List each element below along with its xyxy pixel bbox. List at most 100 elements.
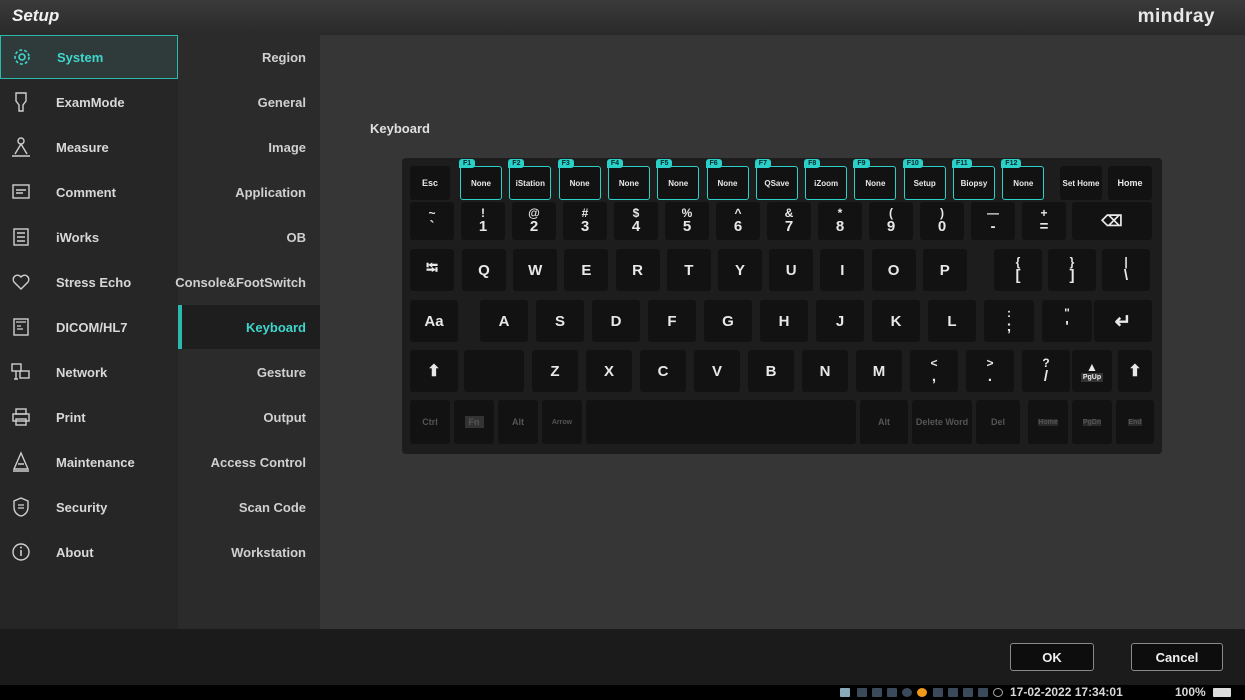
submenu-item-console-footswitch[interactable]: Console&FootSwitch	[175, 260, 320, 304]
key-number[interactable]: ^ 6	[716, 202, 760, 240]
key-number[interactable]: + =	[1022, 202, 1066, 240]
key-number[interactable]: (9	[869, 202, 913, 240]
key-letter[interactable]: H	[760, 300, 808, 342]
key-home-bottom[interactable]: Home	[1028, 400, 1068, 444]
key-number[interactable]: @2	[512, 202, 556, 240]
key-pgdn[interactable]: PgDn	[1072, 400, 1112, 444]
key-letter[interactable]: L	[928, 300, 976, 342]
sidebar-item-network[interactable]: Network	[0, 350, 178, 394]
key-letter[interactable]: B	[748, 350, 794, 392]
key-letter[interactable]: S	[536, 300, 584, 342]
key-f4[interactable]: F4 None	[606, 159, 650, 200]
key-shift-left[interactable]: ⬆	[410, 350, 458, 392]
submenu-item-workstation[interactable]: Workstation	[178, 530, 320, 574]
key-f9[interactable]: F9 None	[853, 159, 897, 200]
key-letter[interactable]: Z	[532, 350, 578, 392]
key-f5[interactable]: F5 None	[656, 159, 700, 200]
key-number[interactable]: — -	[971, 202, 1015, 240]
key-pgup[interactable]: ▲ PgUp	[1072, 350, 1112, 392]
key-delete-word[interactable]: Delete Word	[912, 400, 972, 444]
key-fn[interactable]: Fn	[454, 400, 494, 444]
key-letter[interactable]: D	[592, 300, 640, 342]
submenu-item-gesture[interactable]: Gesture	[178, 350, 320, 394]
submenu-item-ob[interactable]: OB	[178, 215, 320, 259]
sidebar-item-exammode[interactable]: ExamMode	[0, 80, 178, 124]
submenu-item-output[interactable]: Output	[178, 395, 320, 439]
sidebar-item-about[interactable]: About	[0, 530, 178, 574]
key-set-home[interactable]: Set Home	[1060, 166, 1102, 200]
key-letter[interactable]: N	[802, 350, 848, 392]
sidebar-item-iworks[interactable]: iWorks	[0, 215, 178, 259]
key-symbol[interactable]: " '	[1042, 300, 1092, 342]
sidebar-item-maintenance[interactable]: Maintenance	[0, 440, 178, 484]
submenu-item-access-control[interactable]: Access Control	[178, 440, 320, 484]
key-number[interactable]: ~ `	[410, 202, 454, 240]
key-letter[interactable]: E	[564, 249, 609, 291]
key-caps[interactable]: Aa	[410, 300, 458, 342]
cancel-button[interactable]: Cancel	[1131, 643, 1223, 671]
key-letter[interactable]: M	[856, 350, 902, 392]
key-number[interactable]: & 7	[767, 202, 811, 240]
key-f6[interactable]: F6 None	[705, 159, 749, 200]
key-letter[interactable]: U	[769, 249, 814, 291]
ok-button[interactable]: OK	[1010, 643, 1094, 671]
sidebar-item-stress-echo[interactable]: Stress Echo	[0, 260, 178, 304]
key-letter[interactable]: T	[666, 249, 711, 291]
submenu-item-general[interactable]: General	[178, 80, 320, 124]
key-letter[interactable]: G	[704, 300, 752, 342]
key-end[interactable]: End	[1116, 400, 1154, 444]
key-number[interactable]: $4	[614, 202, 658, 240]
key-f10[interactable]: F10 Setup	[902, 159, 946, 200]
submenu-item-keyboard[interactable]: Keyboard	[178, 305, 320, 349]
key-letter[interactable]: K	[872, 300, 920, 342]
key-f8[interactable]: F8 iZoom	[804, 159, 848, 200]
key-ctrl[interactable]: Ctrl	[410, 400, 450, 444]
key-alt-right[interactable]: Alt	[860, 400, 908, 444]
key-home[interactable]: Home	[1108, 166, 1152, 200]
key-symbol[interactable]: ? /	[1022, 350, 1070, 392]
key-f2[interactable]: F2 iStation	[508, 159, 552, 200]
key-backspace[interactable]: ⌫	[1072, 202, 1152, 240]
key-letter[interactable]: O	[871, 249, 916, 291]
key-number[interactable]: % 5	[665, 202, 709, 240]
key-symbol[interactable]: {[	[994, 249, 1042, 291]
key-symbol[interactable]: >.	[966, 350, 1014, 392]
key-symbol[interactable]: }]	[1048, 249, 1096, 291]
sidebar-item-security[interactable]: Security	[0, 485, 178, 529]
sidebar-item-system[interactable]: System	[0, 35, 178, 79]
key-letter[interactable]: R	[615, 249, 660, 291]
key-number[interactable]: #3	[563, 202, 607, 240]
key-f11[interactable]: F11 Biopsy	[952, 159, 995, 200]
sidebar-item-measure[interactable]: Measure	[0, 125, 178, 169]
submenu-item-region[interactable]: Region	[178, 35, 320, 79]
sidebar-item-comment[interactable]: Comment	[0, 170, 178, 214]
key-esc[interactable]: Esc	[410, 166, 450, 200]
key-alt[interactable]: Alt	[498, 400, 538, 444]
key-space[interactable]	[586, 400, 856, 444]
key-symbol[interactable]: | \	[1102, 249, 1150, 291]
key-letter[interactable]: P	[922, 249, 967, 291]
key-blank[interactable]	[464, 350, 524, 392]
key-letter[interactable]: Q	[462, 249, 506, 291]
key-f7[interactable]: F7 QSave	[754, 159, 798, 200]
key-f1[interactable]: F1 None	[459, 159, 502, 200]
key-shift-right[interactable]: ⬆	[1118, 350, 1152, 392]
key-symbol[interactable]: :;	[984, 300, 1034, 342]
key-symbol[interactable]: <,	[910, 350, 958, 392]
key-f3[interactable]: F3 None	[557, 159, 601, 200]
key-letter[interactable]: C	[640, 350, 686, 392]
sidebar-item-dicom-hl7[interactable]: DICOM/HL7	[0, 305, 178, 349]
sidebar-item-print[interactable]: Print	[0, 395, 178, 439]
submenu-item-image[interactable]: Image	[178, 125, 320, 169]
submenu-item-scan-code[interactable]: Scan Code	[178, 485, 320, 529]
key-enter[interactable]: ↵	[1094, 300, 1152, 342]
key-letter[interactable]: F	[648, 300, 696, 342]
key-number[interactable]: ) 0	[920, 202, 964, 240]
key-letter[interactable]: A	[480, 300, 528, 342]
key-letter[interactable]: J	[816, 300, 864, 342]
key-letter[interactable]: V	[694, 350, 740, 392]
key-f12[interactable]: F12 None	[1001, 159, 1045, 200]
key-number[interactable]: ! 1	[461, 202, 505, 240]
key-tab[interactable]: ⭾	[410, 249, 454, 291]
key-del[interactable]: Del	[976, 400, 1020, 444]
